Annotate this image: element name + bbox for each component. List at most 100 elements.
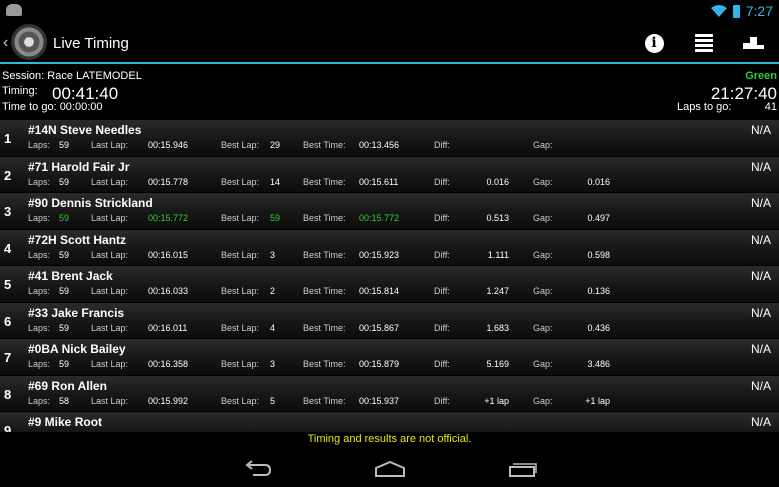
best-time-label: Best Time: <box>303 213 346 223</box>
best-time-value: 00:15.772 <box>359 213 400 223</box>
timing-row[interactable]: 6 #33 Jake Francis N/A Laps: 59 Last Lap: 00:1… <box>0 301 779 338</box>
info-button[interactable]: i <box>629 22 679 64</box>
last-lap-value: 00:16.033 <box>148 286 189 296</box>
android-notification-icon <box>6 4 22 16</box>
list-button[interactable] <box>679 22 729 64</box>
best-lap-label: Best Lap: <box>221 140 260 150</box>
diff-label: Diff: <box>434 176 450 187</box>
laps-label: Laps: <box>28 322 51 333</box>
laps-value: 59 <box>59 322 70 333</box>
gap-label: Gap: <box>533 395 553 406</box>
last-lap-label: Last Lap: <box>91 140 129 150</box>
timing-list[interactable]: 1 #14N Steve Needles N/A Laps: 59 Last Lap: 00… <box>0 119 779 432</box>
gap-label: Gap: <box>533 286 553 296</box>
best-lap-label: Best Lap: <box>221 395 260 406</box>
timing-row[interactable]: 3 #90 Dennis Strickland N/A Laps: 59 Last Lap… <box>0 192 779 229</box>
last-lap-label: Last Lap: <box>91 176 129 187</box>
status-value: N/A <box>750 196 771 210</box>
gap-value: +1 lap <box>585 395 610 406</box>
diff-value: 1.111 <box>487 249 509 260</box>
best-time-value: 00:15.867 <box>359 322 400 333</box>
timing-row[interactable]: 4 #72H Scott Hantz N/A Laps: 59 Last Lap: 00:1… <box>0 228 779 265</box>
last-lap-value: 00:15.992 <box>148 395 189 406</box>
best-lap-value: 2 <box>270 286 276 296</box>
gap-label: Gap: <box>533 322 553 333</box>
status-value: N/A <box>750 342 771 356</box>
status-bar: 7:27 <box>0 0 779 22</box>
position-number: 7 <box>4 350 12 365</box>
laps-value: 58 <box>59 395 70 406</box>
best-lap-label: Best Lap: <box>221 213 260 223</box>
best-lap-label: Best Lap: <box>221 359 260 369</box>
timing-row[interactable]: 1 #14N Steve Needles N/A Laps: 59 Last Lap: 00… <box>0 119 779 156</box>
best-lap-value: 29 <box>270 140 281 150</box>
podium-icon <box>743 37 765 49</box>
position-number: 8 <box>4 386 12 402</box>
status-right: 7:27 <box>710 2 773 20</box>
position-number: 1 <box>4 131 12 146</box>
best-time-value: 00:13.456 <box>359 140 400 150</box>
best-lap-label: Best Lap: <box>221 249 260 260</box>
last-lap-label: Last Lap: <box>91 213 129 223</box>
driver-name: #71 Harold Fair Jr <box>28 159 130 174</box>
diff-value: 0.016 <box>486 176 509 187</box>
best-time-label: Best Time: <box>303 395 346 406</box>
last-lap-label: Last Lap: <box>91 249 129 260</box>
driver-name: #90 Dennis Strickland <box>28 196 153 210</box>
driver-name: #41 Brent Jack <box>28 269 113 283</box>
laps-to-go-label: Laps to go: <box>677 101 732 113</box>
position-number: 5 <box>4 277 12 292</box>
nav-back-button[interactable] <box>223 454 293 484</box>
best-time-label: Best Time: <box>303 359 346 369</box>
best-time-value: 00:15.923 <box>359 249 400 260</box>
timing-row[interactable]: 8 #69 Ron Allen N/A Laps: 58 Last Lap: 00:15.9… <box>0 374 779 411</box>
gap-value: 0.598 <box>587 249 610 260</box>
status-value: N/A <box>750 159 771 174</box>
back-chevron-icon[interactable]: ‹ <box>3 34 8 52</box>
app-logo-icon[interactable] <box>11 24 47 60</box>
best-time-value: 00:15.814 <box>359 286 400 296</box>
nav-home-button[interactable] <box>355 454 425 484</box>
driver-name: #33 Jake Francis <box>28 305 125 320</box>
laps-value: 59 <box>59 359 70 369</box>
last-lap-value: 00:16.358 <box>148 359 189 369</box>
last-lap-value: 00:15.772 <box>148 213 189 223</box>
last-lap-label: Last Lap: <box>91 395 129 406</box>
position-number: 6 <box>4 313 12 329</box>
time-to-go-line: Time to go: 00:00:00 <box>2 101 103 113</box>
gap-value: 0.497 <box>587 213 610 223</box>
best-lap-label: Best Lap: <box>221 286 260 296</box>
info-icon: i <box>644 33 664 53</box>
status-time: 7:27 <box>745 3 773 19</box>
gap-value: 3.486 <box>587 359 610 369</box>
status-value: N/A <box>750 269 771 283</box>
podium-button[interactable] <box>729 22 779 64</box>
battery-icon <box>732 4 740 18</box>
session-header: Session: Race LATEMODEL Timing: 00:41:40… <box>0 66 779 120</box>
nav-recents-button[interactable] <box>487 454 557 484</box>
timing-row[interactable]: 5 #41 Brent Jack N/A Laps: 59 Last Lap: 00:16.… <box>0 265 779 302</box>
diff-label: Diff: <box>434 140 450 150</box>
best-time-label: Best Time: <box>303 140 346 150</box>
diff-value: 5.169 <box>486 359 509 369</box>
laps-label: Laps: <box>28 286 51 296</box>
best-time-label: Best Time: <box>303 322 346 333</box>
diff-value: 0.513 <box>486 213 509 223</box>
laps-value: 59 <box>59 140 70 150</box>
best-time-label: Best Time: <box>303 176 346 187</box>
unofficial-notice: Timing and results are not official. <box>307 433 472 445</box>
driver-name: #72H Scott Hantz <box>28 232 127 247</box>
diff-label: Diff: <box>434 249 450 260</box>
gap-value: 0.136 <box>587 286 610 296</box>
timing-row[interactable]: 9#9 Mike RootN/ALaps:Last Lap:Best Lap:B… <box>0 411 779 432</box>
gap-label: Gap: <box>533 213 553 223</box>
diff-value: +1 lap <box>484 395 509 406</box>
timing-row[interactable]: 7 #0BA Nick Bailey N/A Laps: 59 Last Lap: 00:1… <box>0 338 779 375</box>
session-label: Session: <box>2 70 45 82</box>
driver-name: #69 Ron Allen <box>28 378 107 393</box>
laps-label: Laps: <box>28 395 51 406</box>
last-lap-label: Last Lap: <box>91 322 129 333</box>
gap-value: 0.016 <box>587 176 610 187</box>
timing-row[interactable]: 2 #71 Harold Fair Jr N/A Laps: 59 Last Lap: 00… <box>0 155 779 192</box>
flag-status: Green <box>745 70 777 82</box>
